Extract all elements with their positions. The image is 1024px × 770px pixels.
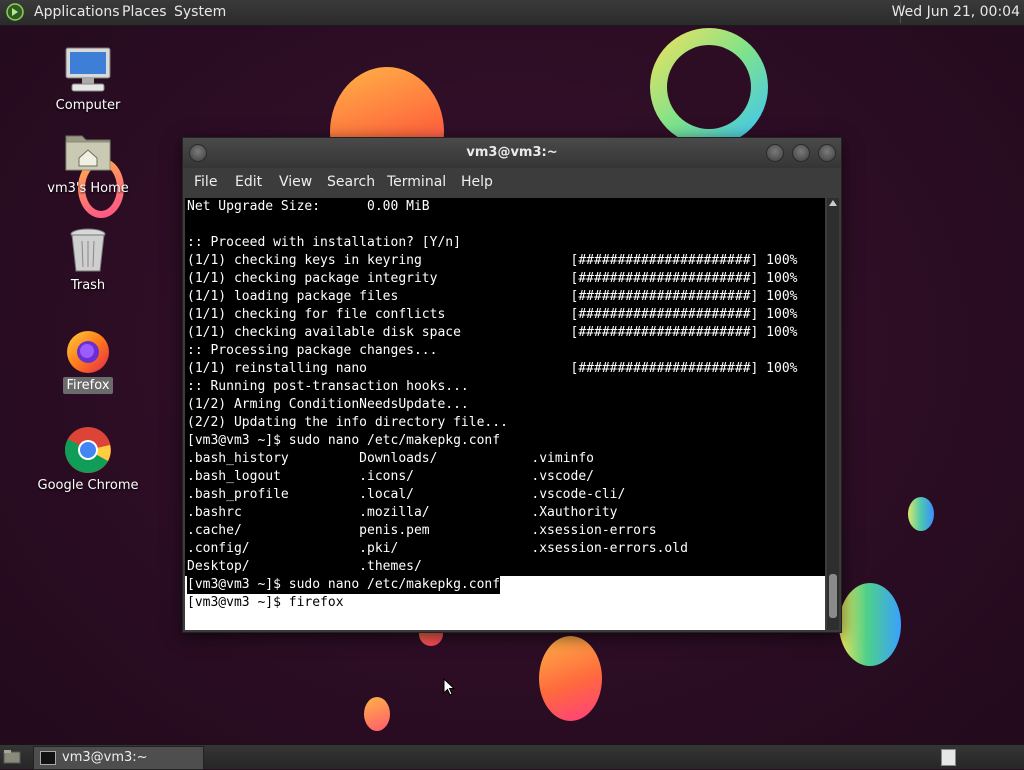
terminal-line: (1/1) checking available disk space [###… <box>187 325 798 340</box>
desktop-icon-chrome[interactable]: Google Chrome <box>28 425 148 494</box>
terminal-line: (1/1) checking package integrity [######… <box>187 271 798 286</box>
minimize-button[interactable] <box>766 144 784 162</box>
wallpaper-bottom-orange-blob <box>539 636 602 721</box>
menu-edit[interactable]: Edit <box>235 174 262 190</box>
terminal-line: (1/2) Arming ConditionNeedsUpdate... <box>187 397 469 412</box>
system-menu[interactable]: System <box>174 4 226 20</box>
terminal-line: :: Proceed with installation? [Y/n] <box>187 235 461 250</box>
menu-help[interactable]: Help <box>461 174 493 190</box>
terminal-line: (1/1) loading package files [###########… <box>187 289 798 304</box>
terminal-screen[interactable]: Net Upgrade Size: 0.00 MiB :: Proceed wi… <box>185 198 825 630</box>
terminal-line: Net Upgrade Size: 0.00 MiB <box>187 199 430 214</box>
taskbar-terminal-button[interactable]: vm3@vm3:~ <box>33 746 204 770</box>
taskbar-button-label: vm3@vm3:~ <box>62 750 148 765</box>
terminal-line: :: Processing package changes... <box>187 343 438 358</box>
terminal-line: .cache/ penis.pem .xsession-errors <box>187 523 657 538</box>
terminal-line: (2/2) Updating the info directory file..… <box>187 415 508 430</box>
menu-search[interactable]: Search <box>327 174 375 190</box>
maximize-button[interactable] <box>792 144 810 162</box>
terminal-icon <box>40 751 56 765</box>
wallpaper-blue-blob <box>839 583 901 666</box>
terminal-line: .config/ .pki/ .xsession-errors.old <box>187 541 688 556</box>
desktop-icon-computer[interactable]: Computer <box>28 45 148 114</box>
chrome-icon <box>63 425 113 473</box>
close-button[interactable] <box>818 144 836 162</box>
terminal-line-selected-command: [vm3@vm3 ~]$ sudo nano /etc/makepkg.conf <box>187 576 501 594</box>
terminal-line-current-command: [vm3@vm3 ~]$ firefox <box>187 595 344 610</box>
show-desktop-icon[interactable] <box>3 749 21 764</box>
terminal-line: [vm3@vm3 ~]$ sudo nano /etc/makepkg.conf <box>187 433 501 448</box>
window-title: vm3@vm3:~ <box>466 145 558 160</box>
desktop-icon-label: Trash <box>70 278 106 293</box>
terminal-line: Desktop/ .themes/ <box>187 559 422 574</box>
applications-menu[interactable]: Applications <box>34 4 120 20</box>
top-panel: Applications Places System Wed Jun 21, 0… <box>0 0 1024 26</box>
places-menu[interactable]: Places <box>122 4 167 20</box>
wallpaper-small-blue-blob <box>908 497 934 531</box>
bottom-panel: vm3@vm3:~ <box>0 744 1024 770</box>
terminal-menu-bar: File Edit View Search Terminal Help <box>183 170 841 196</box>
menu-terminal[interactable]: Terminal <box>387 174 446 190</box>
desktop-icon-trash[interactable]: Trash <box>28 225 148 294</box>
scroll-up-arrow-icon[interactable] <box>829 200 837 206</box>
mouse-cursor-icon <box>443 677 456 700</box>
clock[interactable]: Wed Jun 21, 00:04 <box>892 4 1020 20</box>
terminal-line: .bash_history Downloads/ .viminfo <box>187 451 594 466</box>
terminal-line: (1/1) reinstalling nano [###############… <box>187 361 798 376</box>
terminal-scrollbar[interactable] <box>827 198 839 630</box>
terminal-line: .bash_logout .icons/ .vscode/ <box>187 469 594 484</box>
desktop-icon-label: vm3's Home <box>47 181 129 196</box>
terminal-window[interactable]: vm3@vm3:~ File Edit View Search Terminal… <box>182 137 842 633</box>
computer-icon <box>63 45 113 93</box>
terminal-line: (1/1) checking for file conflicts [#####… <box>187 307 798 322</box>
gnome-foot-icon[interactable] <box>6 3 24 21</box>
workspace-switcher-icon[interactable] <box>941 749 956 766</box>
home-folder-icon <box>63 128 113 176</box>
trash-icon <box>63 225 113 273</box>
scrollbar-thumb[interactable] <box>829 574 837 618</box>
terminal-line: .bashrc .mozilla/ .Xauthority <box>187 505 618 520</box>
wallpaper-ring <box>650 28 768 146</box>
desktop-icon-label: Google Chrome <box>37 478 139 493</box>
desktop-icon-firefox[interactable]: Firefox <box>28 325 148 394</box>
title-bar[interactable]: vm3@vm3:~ <box>183 138 841 168</box>
wallpaper-tiny-orange-blob <box>364 697 390 731</box>
menu-view[interactable]: View <box>279 174 312 190</box>
terminal-line: .bash_profile .local/ .vscode-cli/ <box>187 487 626 502</box>
desktop-icon-label: Firefox <box>63 377 113 394</box>
desktop-icon-label: Computer <box>55 98 121 113</box>
terminal-line: (1/1) checking keys in keyring [########… <box>187 253 798 268</box>
firefox-icon <box>63 325 113 373</box>
desktop-icon-home[interactable]: vm3's Home <box>28 128 148 197</box>
terminal-line: :: Running post-transaction hooks... <box>187 379 469 394</box>
menu-file[interactable]: File <box>194 174 217 190</box>
